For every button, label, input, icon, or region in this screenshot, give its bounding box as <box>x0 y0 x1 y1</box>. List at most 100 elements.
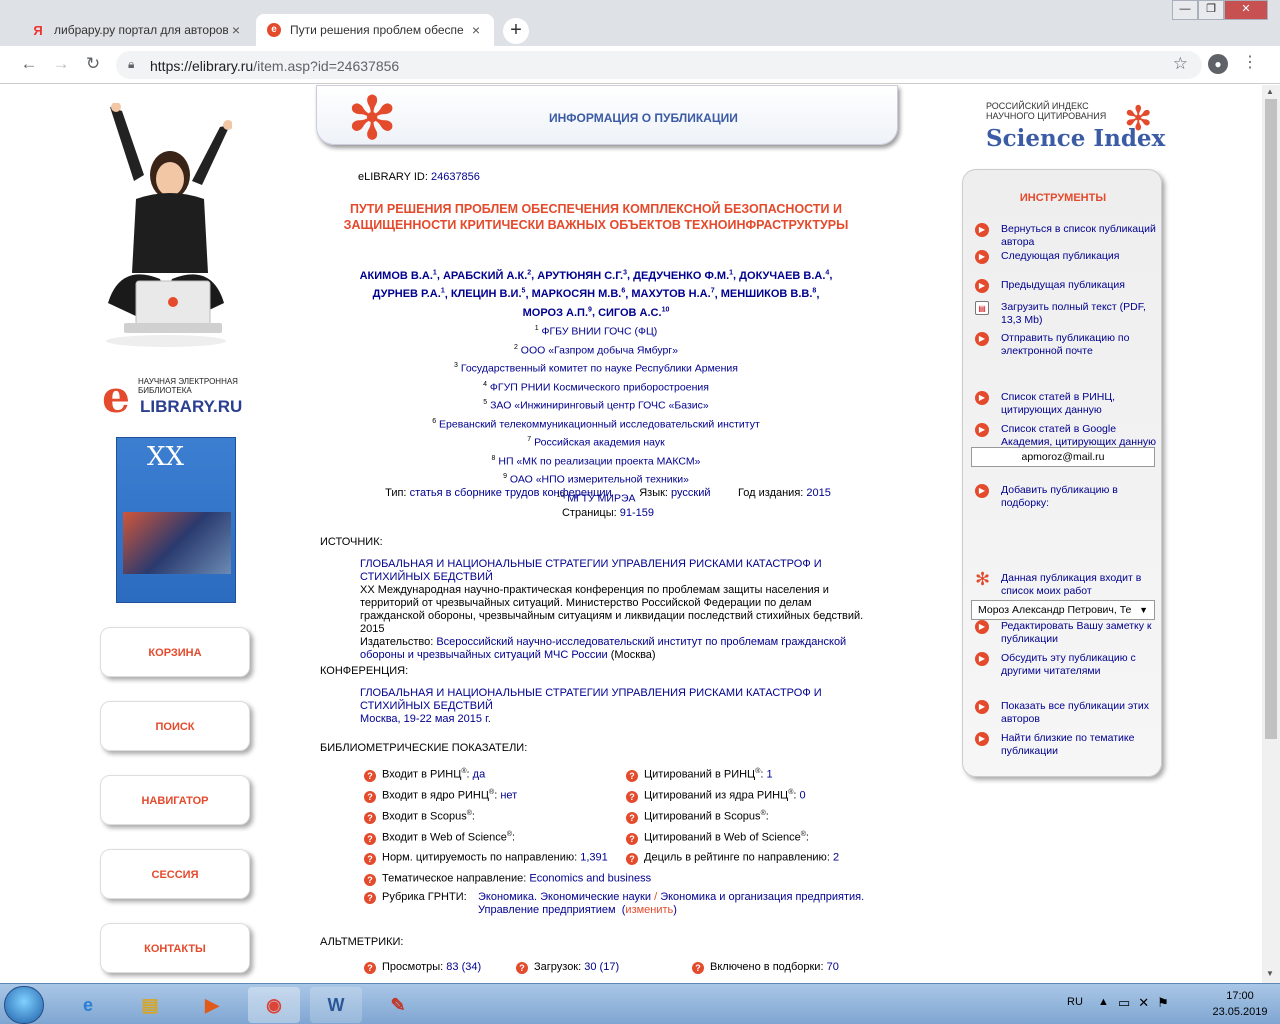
show-authors-publications-link[interactable]: ▶ Показать все публикации этих авторов <box>973 700 1159 725</box>
help-icon[interactable]: ? <box>692 962 704 974</box>
search-button[interactable]: ПОИСК <box>100 701 250 751</box>
author-link[interactable]: ДОКУЧАЕВ В.А.4 <box>739 269 829 282</box>
send-by-email-link[interactable]: ▶ Отправить публикацию по электронной поч… <box>973 332 1159 357</box>
media-player-icon[interactable]: ▶ <box>186 987 238 1023</box>
help-icon[interactable]: ? <box>626 811 638 824</box>
affiliation-item[interactable]: 2 ООО «Газпром добыча Ямбург» <box>330 340 862 359</box>
chrome-icon[interactable]: ◉ <box>248 987 300 1023</box>
affiliation-item[interactable]: 5 ЗАО «Инжиниринговый центр ГОЧС «Базис» <box>330 395 862 414</box>
affiliation-item[interactable]: 4 ФГУП РНИИ Космического приборостроения <box>330 377 862 396</box>
back-to-author-list-link[interactable]: ▶ Вернуться в список публикаций автора <box>973 223 1159 248</box>
author-link[interactable]: МОРОЗ А.П.9 <box>523 306 592 319</box>
affiliation-item[interactable]: 8 НП «МК по реализации проекта МАКСМ» <box>330 451 862 470</box>
clock[interactable]: 17:00 23.05.2019 <box>1200 988 1280 1020</box>
author-link[interactable]: МАРКОСЯН М.В.6 <box>532 288 626 301</box>
help-icon[interactable]: ? <box>516 962 528 974</box>
help-icon[interactable]: ? <box>626 769 638 782</box>
back-icon[interactable]: ← <box>18 54 40 76</box>
help-icon[interactable]: ? <box>364 811 376 824</box>
my-works-note-link[interactable]: ✻ Данная публикация входит в список моих … <box>973 570 1159 597</box>
author-link[interactable]: АРУТЮНЯН С.Г.3 <box>537 269 627 282</box>
new-tab-button[interactable]: + <box>503 18 529 44</box>
affiliation-item[interactable]: 3 Государственный комитет по науке Респу… <box>330 358 862 377</box>
science-index-logo[interactable]: РОССИЙСКИЙ ИНДЕКС НАУЧНОГО ЦИТИРОВАНИЯ S… <box>986 100 1166 152</box>
metric-row: ? Входит в Web of Science®: <box>364 831 515 845</box>
previous-publication-link[interactable]: ▶ Предыдущая публикация <box>973 279 1159 293</box>
profile-icon[interactable]: ● <box>1208 54 1228 74</box>
help-icon[interactable]: ? <box>364 852 376 865</box>
altmetrics-heading: АЛЬТМЕТРИКИ: <box>320 936 404 948</box>
help-icon[interactable]: ? <box>364 790 376 803</box>
explorer-icon[interactable]: ▤ <box>124 987 176 1023</box>
biblio-heading: БИБЛИОМЕТРИЧЕСКИЕ ПОКАЗАТЕЛИ: <box>320 742 528 754</box>
close-tab-icon[interactable]: × <box>468 22 484 38</box>
paint-icon[interactable]: ✎ <box>372 987 424 1023</box>
author-link[interactable]: КЛЕЦИН В.И.5 <box>451 288 526 301</box>
elibrary-logo[interactable]: e НАУЧНАЯ ЭЛЕКТРОННАЯ БИБЛИОТЕКА LIBRARY… <box>100 375 260 425</box>
change-link[interactable]: изменить <box>625 904 673 916</box>
author-link[interactable]: МЕНШИКОВ В.В.8 <box>721 288 817 301</box>
author-link[interactable]: АКИМОВ В.А.1 <box>360 269 437 282</box>
find-similar-link[interactable]: ▶ Найти близкие по тематике публикации <box>973 732 1159 757</box>
ie-icon[interactable]: e <box>62 987 114 1023</box>
help-icon[interactable]: ? <box>364 832 376 845</box>
next-publication-link[interactable]: ▶ Следующая публикация <box>973 250 1159 264</box>
url-text[interactable]: https://elibrary.ru/item.asp?id=24637856 <box>150 58 399 74</box>
help-icon[interactable]: ? <box>364 892 376 904</box>
help-icon[interactable]: ? <box>626 790 638 803</box>
download-fulltext-link[interactable]: ▤ Загрузить полный текст (PDF, 13,3 Mb) <box>973 301 1159 326</box>
vertical-scrollbar[interactable]: ▲ ▼ <box>1262 85 1280 983</box>
affiliation-item[interactable]: 9 ОАО «НПО измерительной техники» <box>330 469 862 488</box>
maximize-button[interactable]: ❐ <box>1198 0 1224 20</box>
affiliation-item[interactable]: 6 Ереванский телекоммуникационный исслед… <box>330 414 862 433</box>
author-link[interactable]: ДЕДУЧЕНКО Ф.М.1 <box>633 269 733 282</box>
session-button[interactable]: СЕССИЯ <box>100 849 250 899</box>
close-tab-icon[interactable]: × <box>228 22 244 38</box>
google-scholar-citing-list-link[interactable]: ▶ Список статей в Google Академия, цитиру… <box>973 423 1159 448</box>
help-icon[interactable]: ? <box>626 832 638 845</box>
navigator-button[interactable]: НАВИГАТОР <box>100 775 250 825</box>
edit-note-link[interactable]: ▶ Редактировать Вашу заметку к публикации <box>973 620 1159 645</box>
author-link[interactable]: СИГОВ А.С.10 <box>598 306 669 319</box>
collection-select[interactable]: Мороз Александр Петрович, Те ▼ <box>971 600 1155 620</box>
word-icon[interactable]: W <box>310 987 362 1023</box>
source-title-link[interactable]: ГЛОБАЛЬНАЯ И НАЦИОНАЛЬНЫЕ СТРАТЕГИИ УПРА… <box>360 558 870 584</box>
help-icon[interactable]: ? <box>364 769 376 782</box>
start-button[interactable] <box>4 986 44 1024</box>
affiliation-item[interactable]: 1 ФГБУ ВНИИ ГОЧС (ФЦ) <box>330 321 862 340</box>
bookmark-star-icon[interactable]: ☆ <box>1173 54 1188 74</box>
tray-icons[interactable]: ▭✕⚑ <box>1118 995 1177 1011</box>
source-description: XX Международная научно-практическая кон… <box>360 584 864 635</box>
tab-libraru[interactable]: Я либрару.ру портал для авторов × <box>20 14 254 46</box>
discuss-publication-link[interactable]: ▶ Обсудить эту публикацию с другими читат… <box>973 652 1159 677</box>
publisher-link[interactable]: Всероссийский научно-исследовательский и… <box>360 636 846 661</box>
contacts-button[interactable]: КОНТАКТЫ <box>100 923 250 973</box>
close-window-button[interactable]: ✕ <box>1224 0 1268 20</box>
conference-title-link[interactable]: ГЛОБАЛЬНАЯ И НАЦИОНАЛЬНЫЕ СТРАТЕГИИ УПРА… <box>360 687 870 713</box>
address-bar[interactable]: 🔒︎ https://elibrary.ru/item.asp?id=24637… <box>116 51 1202 79</box>
windows-taskbar: e ▤ ▶ ◉ W ✎ RU ▲ ▭✕⚑ 17:00 23.05.2019 <box>0 983 1280 1024</box>
conference-book-cover[interactable]: XX <box>116 437 236 603</box>
scroll-down-icon[interactable]: ▼ <box>1266 969 1274 978</box>
author-link[interactable]: ДУРНЕВ Р.А.1 <box>373 288 445 301</box>
tab-elibrary[interactable]: e Пути решения проблем обеспе × <box>256 14 494 46</box>
author-link[interactable]: МАХУТОВ Н.А.7 <box>631 288 714 301</box>
author-link[interactable]: АРАБСКИЙ А.К.2 <box>443 269 531 282</box>
add-to-collection-link[interactable]: ▶ Добавить публикацию в подборку: <box>973 484 1159 509</box>
rinc-citing-list-link[interactable]: ▶ Список статей в РИНЦ, цитирующих данную <box>973 391 1159 416</box>
forward-icon[interactable]: → <box>50 54 72 76</box>
grnti-link-1[interactable]: Экономика. Экономические науки <box>478 891 651 903</box>
scroll-up-icon[interactable]: ▲ <box>1266 87 1274 96</box>
language-indicator[interactable]: RU <box>1067 996 1083 1008</box>
affiliation-item[interactable]: 7 Российская академия наук <box>330 432 862 451</box>
cart-button[interactable]: КОРЗИНА <box>100 627 250 677</box>
email-field[interactable]: apmoroz@mail.ru <box>971 447 1155 467</box>
help-icon[interactable]: ? <box>364 873 376 886</box>
menu-icon[interactable]: ⋮ <box>1242 52 1258 72</box>
minimize-button[interactable]: — <box>1172 0 1198 20</box>
help-icon[interactable]: ? <box>364 962 376 974</box>
scrollbar-thumb[interactable] <box>1265 99 1277 739</box>
reload-icon[interactable]: ↻ <box>82 54 104 76</box>
tray-expand-icon[interactable]: ▲ <box>1098 996 1109 1008</box>
help-icon[interactable]: ? <box>626 852 638 865</box>
